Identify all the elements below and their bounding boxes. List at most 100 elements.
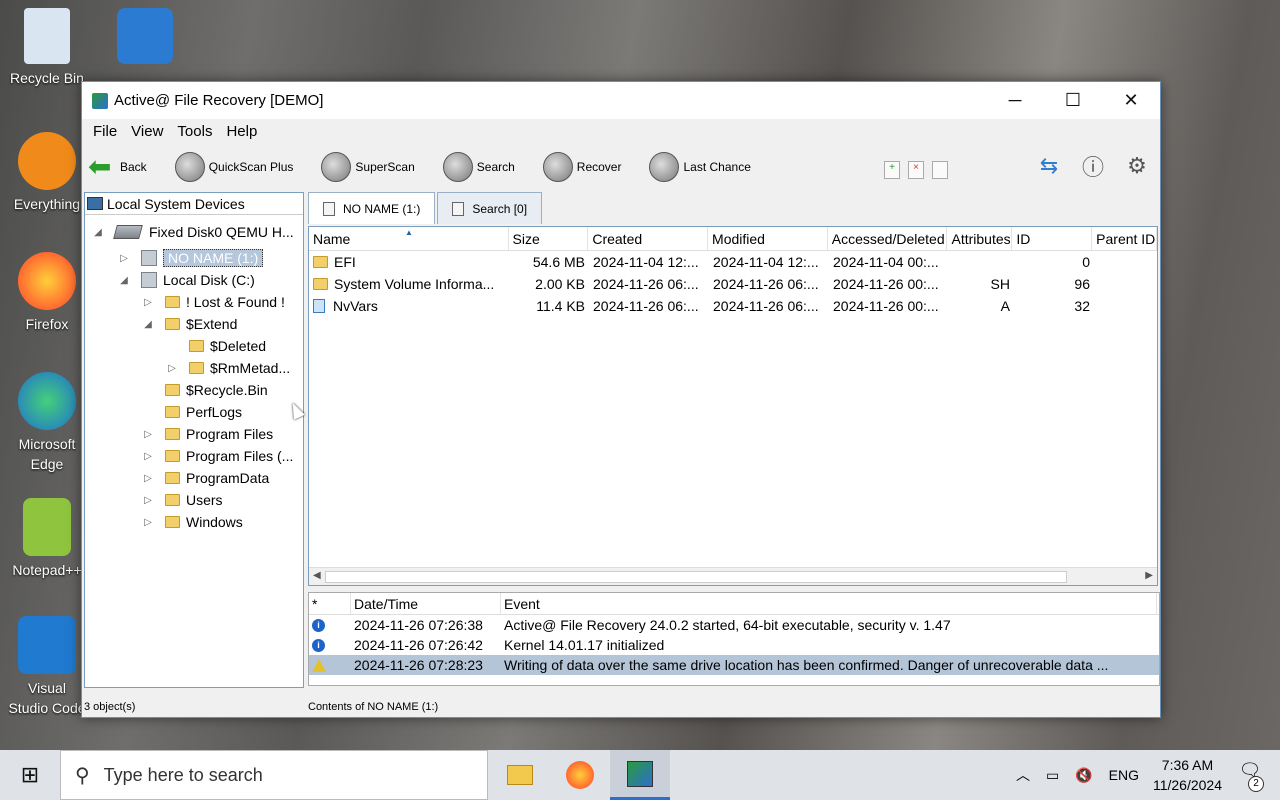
tab-no-name[interactable]: NO NAME (1:) [308,192,436,224]
network-icon[interactable]: ▭ [1046,767,1059,784]
file-row-efi[interactable]: EFI 54.6 MB 2024-11-04 12:... 2024-11-04… [309,251,1157,273]
settings-gear-icon[interactable]: ⚙ [1122,151,1152,181]
expand-icon[interactable]: ▷ [165,363,179,374]
quickscan-plus-button[interactable]: QuickScan Plus [174,152,293,182]
remove-file-icon[interactable]: × [908,161,924,179]
minimize-button[interactable]: ─ [986,82,1044,119]
desktop-icon-vmware[interactable] [106,8,184,68]
log-row-selected[interactable]: 2024-11-26 07:28:23 Writing of data over… [309,655,1159,675]
taskbar-file-explorer[interactable] [490,750,550,800]
menu-help[interactable]: Help [219,123,264,140]
file-modified: 2024-11-26 06:... [713,298,819,314]
collapse-icon[interactable]: ◢ [91,227,105,238]
taskbar-firefox[interactable] [550,750,610,800]
tree-item-label: $RmMetad... [210,360,291,376]
expand-icon[interactable]: ▷ [141,495,155,506]
language-indicator[interactable]: ENG [1109,767,1139,783]
tree-item-program-files-x86[interactable]: ▷ Program Files (... [141,445,293,467]
col-attributes[interactable]: Attributes [947,227,1013,250]
expand-icon[interactable]: ▷ [141,429,155,440]
col-event[interactable]: Event [501,593,1157,614]
expand-icon[interactable]: ▷ [141,517,155,528]
taskbar-search[interactable]: ⚲ Type here to search [60,750,488,800]
log-row[interactable]: i 2024-11-26 07:26:42 Kernel 14.01.17 in… [309,635,1159,655]
document-icon[interactable] [932,161,948,179]
menu-view[interactable]: View [124,123,170,140]
notification-button[interactable]: 🗨 2 [1234,760,1266,792]
scroll-left-icon[interactable]: ◀ [313,570,321,581]
log-row[interactable]: i 2024-11-26 07:26:38 Active@ File Recov… [309,615,1159,635]
collapse-icon[interactable]: ◢ [117,275,131,286]
tree-item-label: Program Files (... [186,448,294,464]
start-button[interactable]: ⊞ [0,750,60,800]
tree-item-label: PerfLogs [186,404,243,420]
tree-item-local-disk-c[interactable]: ◢ Local Disk (C:) [117,269,255,291]
expand-icon[interactable]: ▷ [141,297,155,308]
tree-item-perflogs[interactable]: PerfLogs [141,401,242,423]
hard-drive-icon [113,225,143,239]
recover-button[interactable]: Recover [542,152,621,182]
expand-icon[interactable]: ▷ [117,253,131,264]
col-parent-id[interactable]: Parent ID [1092,227,1157,250]
desktop-icon-recycle-bin[interactable]: Recycle Bin [8,8,86,88]
document-icon [323,201,335,216]
col-accessed[interactable]: Accessed/Deleted [828,227,948,250]
chevron-up-icon[interactable]: ︿ [1016,765,1030,785]
notification-count: 2 [1248,776,1264,792]
search-button[interactable]: Search [442,152,515,182]
title-bar[interactable]: Active@ File Recovery [DEMO] ─ ☐ ✕ [82,82,1160,119]
desktop-icon-firefox[interactable]: Firefox [8,252,86,334]
col-size[interactable]: Size [509,227,589,250]
maximize-button[interactable]: ☐ [1044,82,1102,119]
menu-tools[interactable]: Tools [170,123,219,140]
taskbar-file-recovery[interactable] [610,750,670,800]
desktop-icon-vscode[interactable]: Visual Studio Code [8,616,86,718]
horizontal-scrollbar[interactable]: ◀ ▶ [309,567,1157,585]
scroll-thumb[interactable] [325,571,1067,583]
help-info-icon[interactable]: ⓘ [1078,151,1108,181]
file-row-system-volume[interactable]: System Volume Informa... 2.00 KB 2024-11… [309,273,1157,295]
tab-search[interactable]: Search [0] [437,192,543,224]
tree-item-fixed-disk[interactable]: ◢ Fixed Disk0 QEMU H... [91,221,294,243]
file-row-nvvars[interactable]: NvVars 11.4 KB 2024-11-26 06:... 2024-11… [309,295,1157,317]
volume-muted-icon[interactable]: 🔇 [1075,767,1092,784]
expand-icon[interactable]: ▷ [141,451,155,462]
tree-item-deleted[interactable]: $Deleted [165,335,266,357]
back-button[interactable]: ⬅ Back [88,152,147,182]
col-created[interactable]: Created [588,227,709,250]
clock[interactable]: 7:36 AM 11/26/2024 [1153,755,1222,795]
col-datetime[interactable]: Date/Time [351,593,501,614]
search-placeholder: Type here to search [103,764,263,785]
tree-item-no-name[interactable]: ▷ NO NAME (1:) [117,247,264,269]
scroll-right-icon[interactable]: ▶ [1145,570,1153,581]
status-object-count: 3 object(s) [84,701,136,713]
tree-item-program-files[interactable]: ▷ Program Files [141,423,273,445]
swap-arrows-icon[interactable]: ⇆ [1034,151,1064,181]
back-label: Back [120,160,147,174]
col-id[interactable]: ID [1012,227,1093,250]
desktop-icon-label: Everything [13,196,81,212]
file-size: 2.00 KB [535,276,585,292]
collapse-icon[interactable]: ◢ [141,319,155,330]
tree-item-users[interactable]: ▷ Users [141,489,222,511]
folder-icon [165,406,180,418]
tree-item-recycle-bin[interactable]: $Recycle.Bin [141,379,268,401]
add-file-icon[interactable]: + [884,161,900,179]
tab-label: NO NAME (1:) [343,201,421,216]
tree-item-rmmetad[interactable]: ▷ $RmMetad... [165,357,290,379]
col-modified[interactable]: Modified [708,227,828,250]
desktop-icon-everything[interactable]: Everything [8,132,86,214]
status-contents: Contents of NO NAME (1:) [308,701,439,713]
tree-item-programdata[interactable]: ▷ ProgramData [141,467,269,489]
menu-file[interactable]: File [86,123,124,140]
tree-item-extend[interactable]: ◢ $Extend [141,313,237,335]
expand-icon[interactable]: ▷ [141,473,155,484]
close-button[interactable]: ✕ [1102,82,1160,119]
col-marker[interactable]: * [309,593,351,614]
desktop-icon-edge[interactable]: Microsoft Edge [8,372,86,474]
tree-item-lost-found[interactable]: ▷ ! Lost & Found ! [141,291,285,313]
tree-item-windows[interactable]: ▷ Windows [141,511,243,533]
superscan-button[interactable]: SuperScan [321,152,415,182]
desktop-icon-notepadpp[interactable]: Notepad++ [8,498,86,580]
last-chance-button[interactable]: Last Chance [649,152,751,182]
